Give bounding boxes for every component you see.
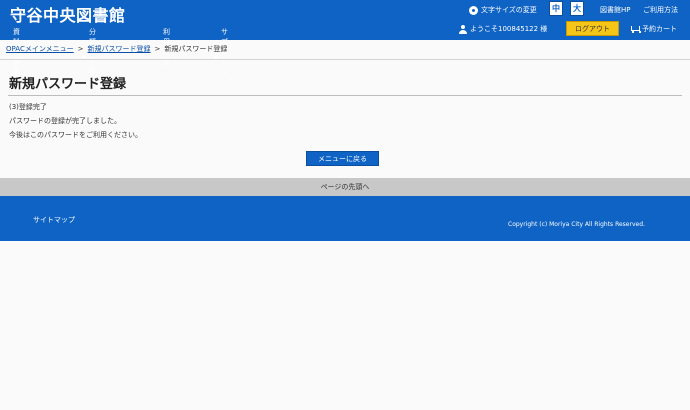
breadcrumb-divider — [0, 59, 690, 60]
usage-message: 今後はこのパスワードをご利用ください。 — [9, 131, 142, 139]
breadcrumb: OPACメインメニュー > 新規パスワード登録 > 新規パスワード登録 — [6, 43, 227, 55]
font-size-medium-button[interactable]: 中 — [549, 1, 563, 16]
reservation-cart-link[interactable]: 予約カート — [630, 23, 677, 35]
back-to-menu-button[interactable]: メニューに戻る — [306, 151, 379, 166]
page-title: 新規パスワード登録 — [9, 77, 127, 92]
font-size-icon — [469, 5, 478, 15]
nav-sub-menu[interactable]: サブメニュー — [214, 27, 228, 87]
cart-label: 予約カート — [642, 25, 677, 33]
site-title[interactable]: 守谷中央図書館 — [10, 2, 126, 26]
site-footer: サイトマップ Copyright (c) Moriya City All Rig… — [0, 196, 690, 241]
copyright: Copyright (c) Moriya City All Rights Res… — [508, 221, 645, 228]
breadcrumb-separator: > — [77, 45, 84, 53]
nav-label: サブメニュー — [221, 28, 228, 86]
user-icon — [459, 24, 467, 34]
library-homepage-link[interactable]: 図書館HP — [600, 5, 631, 15]
font-size-large-button[interactable]: 大 — [570, 1, 584, 16]
breadcrumb-separator: > — [154, 45, 161, 53]
completion-message: パスワードの登録が完了しました。 — [9, 117, 121, 125]
back-to-top-link[interactable]: ページの先頭へ — [0, 178, 690, 196]
cart-icon — [630, 25, 641, 33]
font-size-label: 文字サイズの変更 — [481, 6, 537, 14]
page: 守谷中央図書館 文字サイズの変更 中 大 図書館HP ご利用方法 資料を探す 分… — [0, 0, 690, 410]
font-size-control: 文字サイズの変更 — [469, 2, 537, 18]
usage-guide-link[interactable]: ご利用方法 — [643, 5, 678, 15]
logout-button[interactable]: ログアウト — [566, 21, 619, 36]
site-header: 守谷中央図書館 文字サイズの変更 中 大 図書館HP ご利用方法 資料を探す 分… — [0, 0, 690, 86]
user-info: ようこそ100845122 様 — [459, 22, 547, 36]
breadcrumb-opac-menu[interactable]: OPACメインメニュー — [6, 44, 74, 54]
title-divider — [8, 95, 682, 96]
sitemap-link[interactable]: サイトマップ — [33, 215, 75, 225]
user-greeting: ようこそ100845122 様 — [470, 25, 548, 33]
breadcrumb-password-registration[interactable]: 新規パスワード登録 — [88, 44, 151, 54]
breadcrumb-current: 新規パスワード登録 — [164, 45, 228, 53]
step-label: (3)登録完了 — [9, 103, 47, 111]
